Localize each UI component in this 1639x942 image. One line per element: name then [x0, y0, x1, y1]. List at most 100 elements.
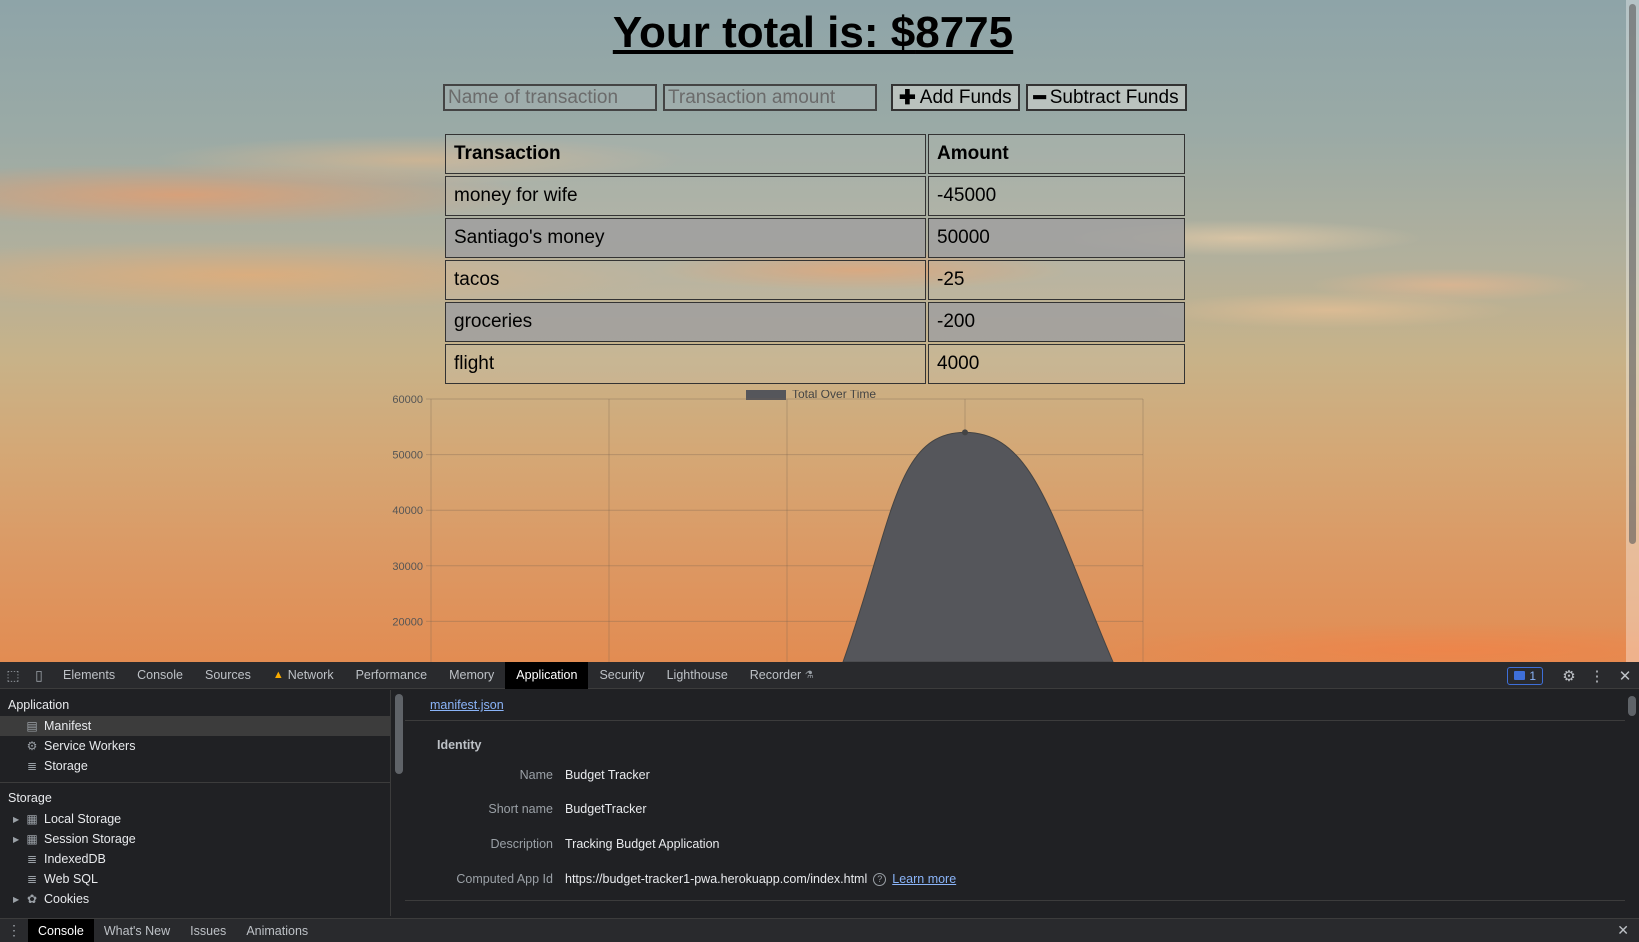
- table-header-row: Transaction Amount: [445, 134, 1185, 174]
- field-value: Tracking Budget Application: [565, 837, 720, 851]
- field-value: https://budget-tracker1-pwa.herokuapp.co…: [565, 872, 868, 886]
- tab-network-label: Network: [287, 668, 334, 682]
- minus-icon: ━: [1033, 86, 1046, 109]
- gear-icon: ⚙: [26, 739, 38, 753]
- row-name: Santiago's money: [445, 218, 926, 258]
- sidebar-item-label: IndexedDB: [44, 852, 106, 866]
- tab-memory[interactable]: Memory: [438, 662, 505, 689]
- manifest-panel-scrollbar[interactable]: [1628, 696, 1636, 716]
- expand-arrow-icon[interactable]: ▶: [13, 815, 19, 824]
- sidebar-item-local-storage[interactable]: ▶ ▦ Local Storage: [0, 809, 390, 829]
- drawer-tab-whats-new[interactable]: What's New: [94, 919, 180, 942]
- database-icon: ≣: [26, 759, 38, 773]
- header-amount: Amount: [928, 134, 1185, 174]
- grid-icon: ▦: [26, 832, 38, 846]
- sidebar-item-label: Service Workers: [44, 739, 136, 753]
- close-devtools-icon[interactable]: ✕: [1611, 662, 1639, 689]
- tab-sources[interactable]: Sources: [194, 662, 262, 689]
- inspect-element-icon[interactable]: ⬚: [0, 662, 26, 689]
- field-label: Short name: [488, 802, 553, 816]
- expand-arrow-icon[interactable]: ▶: [13, 895, 19, 904]
- settings-gear-icon[interactable]: ⚙: [1555, 662, 1583, 689]
- expand-arrow-icon[interactable]: ▶: [13, 835, 19, 844]
- drawer-tab-issues[interactable]: Issues: [180, 919, 236, 942]
- sidebar-item-web-sql[interactable]: ≣ Web SQL: [0, 869, 390, 889]
- sidebar-item-label: Storage: [44, 759, 88, 773]
- header-transaction: Transaction: [445, 134, 926, 174]
- tab-performance[interactable]: Performance: [345, 662, 439, 689]
- drawer-tab-console[interactable]: Console: [28, 918, 94, 942]
- sidebar-item-label: Session Storage: [44, 832, 136, 846]
- more-options-icon[interactable]: ⋮: [1583, 662, 1611, 689]
- sidebar-item-storage[interactable]: ≣ Storage: [0, 756, 390, 776]
- devtools-toolbar: ⬚ ▯ Elements Console Sources ▲ Network Pe…: [0, 661, 1639, 689]
- file-icon: ▤: [26, 719, 38, 733]
- total-value: 8775: [915, 8, 1014, 57]
- drawer-tab-animations[interactable]: Animations: [236, 919, 318, 942]
- sidebar-item-indexeddb[interactable]: ≣ IndexedDB: [0, 849, 390, 869]
- field-computed-app-id: Computed App Id https://budget-tracker1-…: [405, 871, 956, 887]
- sidebar-scrollbar[interactable]: [395, 694, 403, 774]
- table-row: flight 4000: [445, 344, 1185, 384]
- row-amount: -200: [928, 302, 1185, 342]
- sidebar-item-label: Local Storage: [44, 812, 122, 826]
- drawer-menu-icon[interactable]: ⋮: [0, 922, 28, 939]
- field-value: Budget Tracker: [565, 768, 650, 782]
- tab-elements[interactable]: Elements: [52, 662, 126, 689]
- sidebar-item-service-workers[interactable]: ⚙ Service Workers: [0, 736, 390, 756]
- sidebar-item-cookies[interactable]: ▶ ✿ Cookies: [0, 889, 390, 909]
- table-row: Santiago's money 50000: [445, 218, 1185, 258]
- plus-icon: ✚: [899, 86, 916, 109]
- field-label: Name: [519, 768, 553, 782]
- devtools-toolbar-right: 1 ⚙ ⋮ ✕: [1507, 662, 1639, 689]
- issues-count: 1: [1529, 668, 1536, 683]
- row-amount: 4000: [928, 344, 1185, 384]
- table-row: money for wife -45000: [445, 176, 1185, 216]
- row-name: money for wife: [445, 176, 926, 216]
- page-scrollbar[interactable]: [1626, 0, 1639, 662]
- issues-badge[interactable]: 1: [1507, 666, 1543, 685]
- learn-more-link[interactable]: Learn more: [892, 872, 956, 886]
- row-name: flight: [445, 344, 926, 384]
- manifest-json-link[interactable]: manifest.json: [430, 698, 504, 712]
- tab-lighthouse[interactable]: Lighthouse: [656, 662, 739, 689]
- transaction-form: ✚ Add Funds ━ Subtract Funds: [443, 84, 1187, 111]
- field-value: BudgetTracker: [565, 802, 647, 816]
- tab-recorder[interactable]: Recorder ⚗: [739, 662, 825, 689]
- sidebar-item-manifest[interactable]: ▤ Manifest: [0, 716, 390, 736]
- y-axis-ticks: 60000 50000 40000 30000 20000: [392, 394, 423, 628]
- tab-application[interactable]: Application: [505, 661, 589, 689]
- field-name: Name Budget Tracker: [405, 767, 650, 783]
- transaction-table: Transaction Amount money for wife -45000…: [443, 132, 1187, 386]
- row-amount: -25: [928, 260, 1185, 300]
- transaction-amount-input[interactable]: [663, 84, 877, 111]
- tab-console[interactable]: Console: [126, 662, 194, 689]
- y-tick-label: 40000: [392, 505, 423, 517]
- field-description: Description Tracking Budget Application: [405, 836, 720, 852]
- cookie-icon: ✿: [26, 892, 38, 906]
- drawer-tabbar: ⋮ Console What's New Issues Animations ✕: [0, 918, 1639, 942]
- table-row: tacos -25: [445, 260, 1185, 300]
- transaction-name-input[interactable]: [443, 84, 657, 111]
- add-funds-button[interactable]: ✚ Add Funds: [891, 84, 1020, 111]
- data-point: [962, 429, 968, 436]
- y-tick-label: 30000: [392, 561, 423, 573]
- flask-icon: ⚗: [804, 669, 814, 681]
- field-value-wrapper: https://budget-tracker1-pwa.herokuapp.co…: [565, 872, 956, 886]
- field-label: Description: [490, 837, 553, 851]
- device-toggle-icon[interactable]: ▯: [26, 662, 52, 689]
- add-funds-label: Add Funds: [919, 86, 1012, 108]
- subtract-funds-button[interactable]: ━ Subtract Funds: [1025, 84, 1187, 111]
- close-drawer-icon[interactable]: ✕: [1617, 922, 1629, 939]
- sidebar-item-label: Manifest: [44, 719, 92, 733]
- total-heading: Your total is: $8775: [0, 8, 1626, 58]
- tab-recorder-label: Recorder: [749, 668, 802, 682]
- y-tick-label: 20000: [392, 616, 423, 628]
- sidebar-item-session-storage[interactable]: ▶ ▦ Session Storage: [0, 829, 390, 849]
- application-sidebar: Application ▤ Manifest ⚙ Service Workers…: [0, 690, 391, 916]
- help-icon[interactable]: ?: [873, 872, 887, 886]
- tab-security[interactable]: Security: [588, 662, 655, 689]
- tab-network[interactable]: ▲ Network: [262, 662, 345, 689]
- field-label: Computed App Id: [456, 872, 553, 886]
- row-amount: -45000: [928, 176, 1185, 216]
